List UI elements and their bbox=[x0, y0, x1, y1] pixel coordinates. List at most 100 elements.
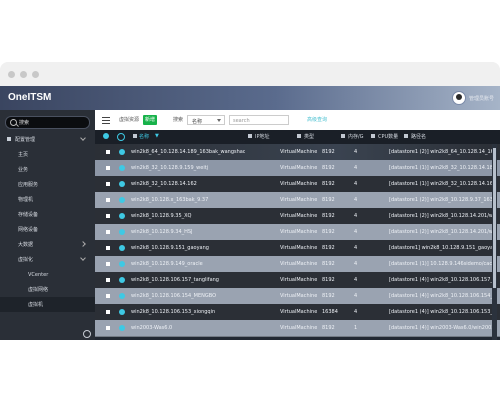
sidebar-item-label: 虚拟机 bbox=[28, 302, 44, 308]
cell-cpu: 4 bbox=[354, 181, 358, 187]
row-checkbox[interactable] bbox=[106, 198, 110, 202]
cell-type: VirtualMachine bbox=[280, 293, 318, 299]
status-icon bbox=[119, 277, 125, 283]
table-row[interactable]: win2k8_10.128.9.149_oracle VirtualMachin… bbox=[95, 256, 500, 273]
sidebar-item-business[interactable]: 业务 bbox=[0, 162, 95, 177]
row-checkbox[interactable] bbox=[106, 326, 110, 330]
scrollbar-thumb[interactable] bbox=[493, 148, 496, 288]
column-header-type[interactable]: 类型 bbox=[304, 133, 314, 140]
cell-type: VirtualMachine bbox=[280, 165, 318, 171]
cell-type: VirtualMachine bbox=[280, 277, 318, 283]
sidebar-item-bigdata[interactable]: 大数据 bbox=[0, 237, 95, 252]
column-header-path[interactable]: 路径名 bbox=[411, 133, 426, 140]
user-name[interactable]: 管理员账号 bbox=[469, 95, 494, 102]
browser-window: OneITSM 管理员账号 搜索 配置管理 主页 业务 应用服务 物理机 存储设… bbox=[0, 62, 500, 340]
new-button[interactable]: 新增 bbox=[143, 115, 157, 125]
table-row[interactable]: win2k8_32_10.128.14.162 VirtualMachine 8… bbox=[95, 176, 500, 193]
search-input[interactable]: search bbox=[229, 115, 289, 125]
cell-type: VirtualMachine bbox=[280, 149, 318, 155]
row-checkbox[interactable] bbox=[106, 294, 110, 298]
row-checkbox[interactable] bbox=[106, 310, 110, 314]
sidebar-search-label: 搜索 bbox=[19, 120, 30, 126]
row-checkbox[interactable] bbox=[106, 182, 110, 186]
table-row[interactable]: win2k8_10.128.9.151_gaoyang VirtualMachi… bbox=[95, 240, 500, 257]
sidebar-item-label: 配置管理 bbox=[15, 137, 36, 143]
cell-memory: 8192 bbox=[322, 325, 335, 331]
sidebar-item-app-service[interactable]: 应用服务 bbox=[0, 177, 95, 192]
cell-name[interactable]: win2k8_64_10.128.14.189_163bak_wangshaob… bbox=[131, 149, 245, 155]
avatar[interactable] bbox=[452, 91, 466, 105]
cell-name[interactable]: win2k8_10.128.106.154_MENGBO bbox=[131, 293, 245, 299]
row-checkbox[interactable] bbox=[106, 214, 110, 218]
column-header-name[interactable]: 名称 bbox=[139, 133, 149, 140]
table-row[interactable]: win2k8_10.128.106.153_xiongqin VirtualMa… bbox=[95, 304, 500, 321]
advanced-search-link[interactable]: 高级查询 bbox=[307, 116, 327, 123]
column-header-memory[interactable]: 内存/G bbox=[348, 133, 364, 140]
search-icon[interactable] bbox=[117, 133, 125, 141]
table-row[interactable]: win2k8_32_10.128.9.159_weitj VirtualMach… bbox=[95, 160, 500, 177]
cell-name[interactable]: win2k8_10.128.x_163bak_9.37 bbox=[131, 197, 245, 203]
cell-name[interactable]: win2k8_10.128.106.157_tanglifang bbox=[131, 277, 245, 283]
chevron-right-icon bbox=[80, 241, 86, 247]
window-dot-icon[interactable] bbox=[32, 71, 39, 78]
sidebar-search-input[interactable]: 搜索 bbox=[5, 116, 90, 129]
table-row[interactable]: win2k8_10.128.106.157_tanglifang Virtual… bbox=[95, 272, 500, 289]
sidebar-item-home[interactable]: 主页 bbox=[0, 147, 95, 162]
cell-name[interactable]: win2k8_10.128.9.151_gaoyang bbox=[131, 245, 245, 251]
window-dot-icon[interactable] bbox=[20, 71, 27, 78]
cell-name[interactable]: win2k8_10.128.9.149_oracle bbox=[131, 261, 245, 267]
row-checkbox[interactable] bbox=[106, 246, 110, 250]
sidebar-item-config[interactable]: 配置管理 bbox=[0, 132, 95, 147]
row-checkbox[interactable] bbox=[106, 262, 110, 266]
table-row[interactable]: win2k8_10.128.106.154_MENGBO VirtualMach… bbox=[95, 288, 500, 305]
cell-name[interactable]: win2k8_10.128.106.153_xiongqin bbox=[131, 309, 245, 315]
cell-path: [datastore1 (2)] win2k8_10.128.9.37_163b… bbox=[389, 197, 493, 203]
search-field-select[interactable]: 名称 bbox=[187, 115, 225, 125]
cell-name[interactable]: win2k8_10.128.9.35_XQ bbox=[131, 213, 245, 219]
table-row[interactable]: win2k8_64_10.128.14.189_163bak_wangshaob… bbox=[95, 144, 500, 161]
cell-path: [datastore1 (2)] win2k8_64_10.128.14_163 bbox=[389, 149, 493, 155]
menu-icon[interactable] bbox=[101, 115, 111, 125]
cell-memory: 8192 bbox=[322, 213, 335, 219]
sidebar-item-label: 大数据 bbox=[18, 242, 34, 248]
vertical-scrollbar[interactable] bbox=[492, 144, 497, 340]
sidebar-item-network[interactable]: 网络设备 bbox=[0, 222, 95, 237]
toolbar: 虚拟资源 新增 搜索 名称 search 高级查询 bbox=[95, 110, 500, 130]
status-icon bbox=[119, 325, 125, 331]
cell-name[interactable]: win2k8_32_10.128.14.162 bbox=[131, 181, 245, 187]
cell-memory: 8192 bbox=[322, 165, 335, 171]
gear-icon[interactable] bbox=[83, 330, 91, 338]
sidebar-item-virtualization[interactable]: 虚拟化 bbox=[0, 252, 95, 267]
row-checkbox[interactable] bbox=[106, 150, 110, 154]
cell-name[interactable]: win2k8_32_10.128.9.159_weitj bbox=[131, 165, 245, 171]
table-row[interactable]: win2003-Was6.0 VirtualMachine 8192 1 [da… bbox=[95, 320, 500, 337]
column-header-ip[interactable]: IP地址 bbox=[255, 133, 270, 140]
cell-path: [datastore1 (2)] win2k8_10.128.14.201/wi… bbox=[389, 229, 493, 235]
settings-icon[interactable] bbox=[103, 133, 109, 139]
sidebar-item-physical[interactable]: 物理机 bbox=[0, 192, 95, 207]
table-row[interactable]: win2k8_10.128.x_163bak_9.37 VirtualMachi… bbox=[95, 192, 500, 209]
row-checkbox[interactable] bbox=[106, 278, 110, 282]
sidebar-item-vcenter[interactable]: VCenter bbox=[0, 267, 95, 282]
sidebar-item-virtual-machine[interactable]: 虚拟机 bbox=[0, 297, 95, 312]
table-row[interactable]: win2k8_10.128.9.34_HSJ VirtualMachine 81… bbox=[95, 224, 500, 241]
table-body: win2k8_64_10.128.14.189_163bak_wangshaob… bbox=[95, 144, 500, 340]
cell-name[interactable]: win2003-Was6.0 bbox=[131, 325, 245, 331]
column-header-cpu[interactable]: CPU数量 bbox=[378, 133, 398, 140]
config-icon bbox=[7, 137, 11, 141]
sidebar-item-virtual-network[interactable]: 虚拟网络 bbox=[0, 282, 95, 297]
cell-cpu: 4 bbox=[354, 261, 358, 267]
window-dot-icon[interactable] bbox=[8, 71, 15, 78]
sort-desc-icon[interactable]: ▼ bbox=[155, 133, 159, 139]
sidebar: 搜索 配置管理 主页 业务 应用服务 物理机 存储设备 网络设备 大数据 虚拟化… bbox=[0, 110, 96, 340]
sidebar-item-label: 虚拟化 bbox=[18, 257, 34, 263]
cell-path: [datastore1 (1)] 10.128.9.146sidemo/cact… bbox=[389, 261, 493, 267]
sidebar-item-storage[interactable]: 存储设备 bbox=[0, 207, 95, 222]
row-checkbox[interactable] bbox=[106, 230, 110, 234]
table-row[interactable]: win2k8_10.128.9.35_XQ VirtualMachine 819… bbox=[95, 208, 500, 225]
table-header: 名称 ▼ IP地址 类型 内存/G CPU数量 路径名 bbox=[95, 130, 500, 145]
cell-name[interactable]: win2k8_10.128.9.34_HSJ bbox=[131, 229, 245, 235]
cell-cpu: 4 bbox=[354, 213, 358, 219]
status-icon bbox=[119, 197, 125, 203]
row-checkbox[interactable] bbox=[106, 166, 110, 170]
